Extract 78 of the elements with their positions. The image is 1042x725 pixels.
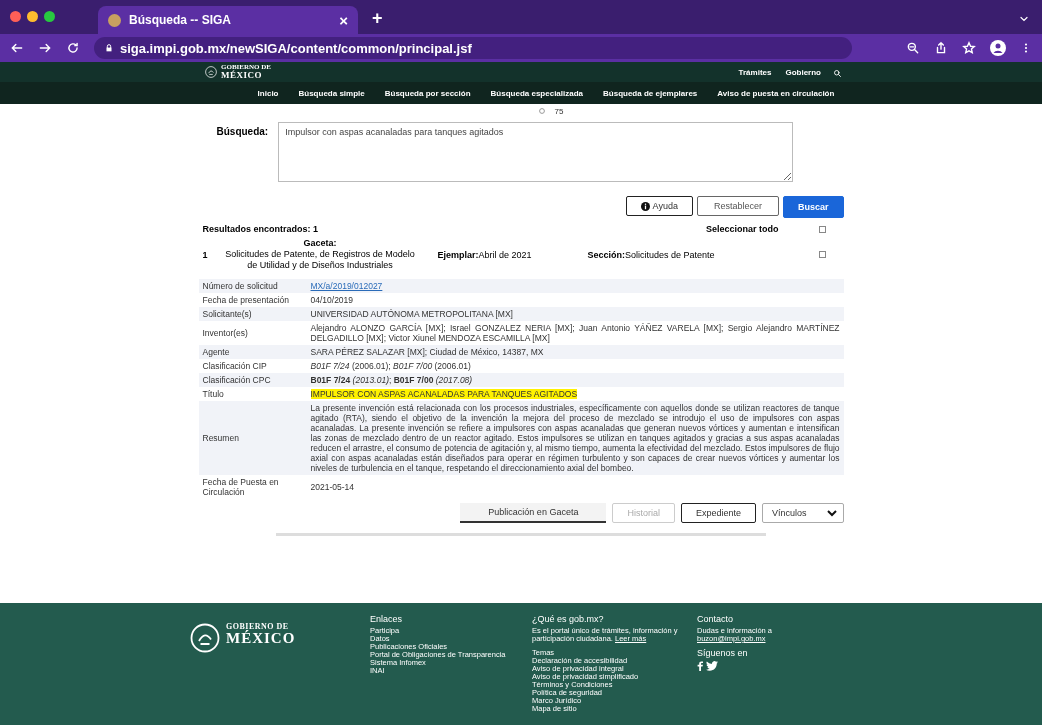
field-label: Resumen (202, 433, 240, 443)
tab-close-button[interactable]: × (339, 11, 348, 29)
field-label: Clasificación CPC (202, 375, 272, 385)
radio-icon[interactable] (538, 108, 545, 114)
search-icon[interactable] (833, 68, 842, 78)
gazette-name: Solicitudes de Patente, de Registros de Modelo de Utilidad y de Diseños Industriales (225, 249, 415, 270)
footer-heading: ¿Qué es gob.mx? (532, 615, 605, 623)
browser-tab[interactable]: Búsqueda -- SIGA × (98, 6, 358, 34)
nav-link[interactable]: Búsqueda de ejemplares (603, 88, 698, 98)
star-icon[interactable] (962, 41, 976, 55)
links-dropdown[interactable]: Vínculos (761, 503, 844, 523)
new-tab-button[interactable]: + (372, 8, 383, 29)
share-icon[interactable] (934, 41, 948, 55)
nav-link[interactable]: Inicio (257, 88, 279, 98)
header-link[interactable]: Gobierno (785, 67, 821, 77)
maximize-window-icon[interactable] (44, 11, 55, 22)
field-value: B01F 7/24 (2006.01); B01F 7/00 (2006.01) (310, 361, 472, 371)
result-number: 1 (202, 249, 209, 260)
section-text: Sección:Solicitudes de Patente (587, 249, 716, 260)
help-button[interactable]: Ayuda (625, 196, 693, 216)
field-label: Clasificación CIP (202, 361, 268, 371)
emblem-icon (205, 66, 217, 78)
url-field[interactable]: siga.impi.gob.mx/newSIGA/content/common/principal.jsf (94, 37, 852, 59)
info-icon (640, 201, 650, 211)
close-window-icon[interactable] (10, 11, 21, 22)
field-value: B01F 7/24 (2013.01); B01F 7/00 (2017.08) (310, 375, 474, 385)
reload-icon[interactable] (66, 41, 80, 55)
minimize-window-icon[interactable] (27, 11, 38, 22)
field-label: Solicitante(s) (202, 309, 253, 319)
forward-arrow-icon[interactable] (38, 41, 52, 55)
footer-heading: Enlaces (370, 615, 404, 623)
field-label: Inventor(es) (202, 328, 249, 338)
application-number-link[interactable]: MX/a/2019/012027 (310, 281, 383, 291)
page-size-value: 75 (554, 106, 564, 116)
logo-text-small: GOBIERNO DE (226, 623, 289, 631)
footer-subheading: Síguenos en (697, 649, 749, 657)
tab-title: Búsqueda -- SIGA (129, 13, 232, 27)
nav-link[interactable]: Búsqueda por sección (384, 88, 471, 98)
search-button[interactable]: Buscar (783, 196, 844, 218)
header-link[interactable]: Trámites (738, 67, 772, 77)
field-label: Número de solicitud (202, 281, 279, 291)
logo-text: MÉXICO (221, 71, 263, 80)
result-checkbox[interactable] (818, 251, 826, 258)
nav-link[interactable]: Búsqueda simple (298, 88, 365, 98)
select-all-checkbox[interactable] (818, 225, 826, 233)
abstract-text: La presente invención está relacionada con los procesos industriales, específicamente con aquellos donde se utilizan reactores de tanque agitado (RTA), siendo el objetivo de la invención la mejora del proceso de mezclado se introdujo el uso de impulsores con aspas acanaladas. La presente invención se refiere a impulsores con aspas acanaladas que generan nuevos vórtices y aumentan e intensifican las zonas de mezclado dentro de un reactor agitado. Estos impulsores se utilizan en tanques agitados y gracias a sus aspas acanaladas reducen el arrastre, el consumo de potencia de agitación y, al mismo tiempo, aumenta la efectividad del mezclado. Estos impulsores de flujo axial con aspas acanaladas están diseñados para operar en régimen turbulento y son capaces de crear nuevos vórtices y aumentar los niveles de turbulencia en el tanque, respetando el direccionamiento axial del bombeo. (310, 403, 840, 473)
field-label: Fecha de Puesta en Circulación (202, 477, 280, 497)
chevron-down-icon (826, 509, 837, 517)
logo-text: MÉXICO (226, 631, 296, 646)
profile-avatar-icon[interactable] (990, 40, 1006, 56)
field-value: UNIVERSIDAD AUTÓNOMA METROPOLITANA [MX] (310, 309, 514, 319)
footer-heading: Contacto (697, 615, 735, 623)
field-value: Alejandro ALONZO GARCÍA [MX]; Israel GONZALEZ NERIA [MX]; Juan Antonio YÁÑEZ VARELA [MX]; Sergio Alejandro MARTÍNEZ DELGADILLO [MX]; Victor Xiunel MENDOZA ESCAMILLA [MX] (310, 323, 840, 343)
lock-icon[interactable] (104, 43, 114, 53)
select-all-label: Seleccionar todo (705, 224, 779, 234)
gazette-label: Gaceta: (302, 238, 338, 249)
field-value: 2021-05-14 (310, 482, 355, 492)
emblem-icon (190, 623, 220, 653)
nav-link[interactable]: Aviso de puesta en circulación (717, 88, 835, 98)
gazette-tab[interactable]: Publicación en Gaceta (460, 503, 607, 523)
zoom-out-icon[interactable] (906, 41, 920, 55)
record-button[interactable]: Expediente (680, 503, 756, 523)
field-label: Agente (202, 347, 231, 357)
search-field[interactable]: Impulsor con aspas acanaladas para tanques agitados (278, 122, 794, 182)
results-count: Resultados encontrados: 1 (202, 224, 319, 234)
search-label: Búsqueda: (216, 126, 269, 139)
nav-link[interactable]: Búsqueda especializada (490, 88, 584, 98)
title-value: IMPULSOR CON ASPAS ACANALADAS PARA TANQUES AGITADOS (310, 389, 578, 399)
twitter-icon[interactable] (706, 661, 718, 671)
back-arrow-icon[interactable] (10, 41, 24, 55)
issue-text: Ejemplar:Abril de 2021 (437, 249, 533, 260)
field-value: SARA PÉREZ SALAZAR [MX]; Ciudad de México, 14387, MX (310, 347, 545, 357)
reset-button[interactable]: Restablecer (696, 196, 779, 216)
field-label: Fecha de presentación (202, 295, 290, 305)
field-value: 04/10/2019 (310, 295, 355, 305)
favicon-icon (108, 13, 121, 27)
field-label: Título (202, 389, 225, 399)
facebook-icon[interactable] (697, 661, 703, 671)
